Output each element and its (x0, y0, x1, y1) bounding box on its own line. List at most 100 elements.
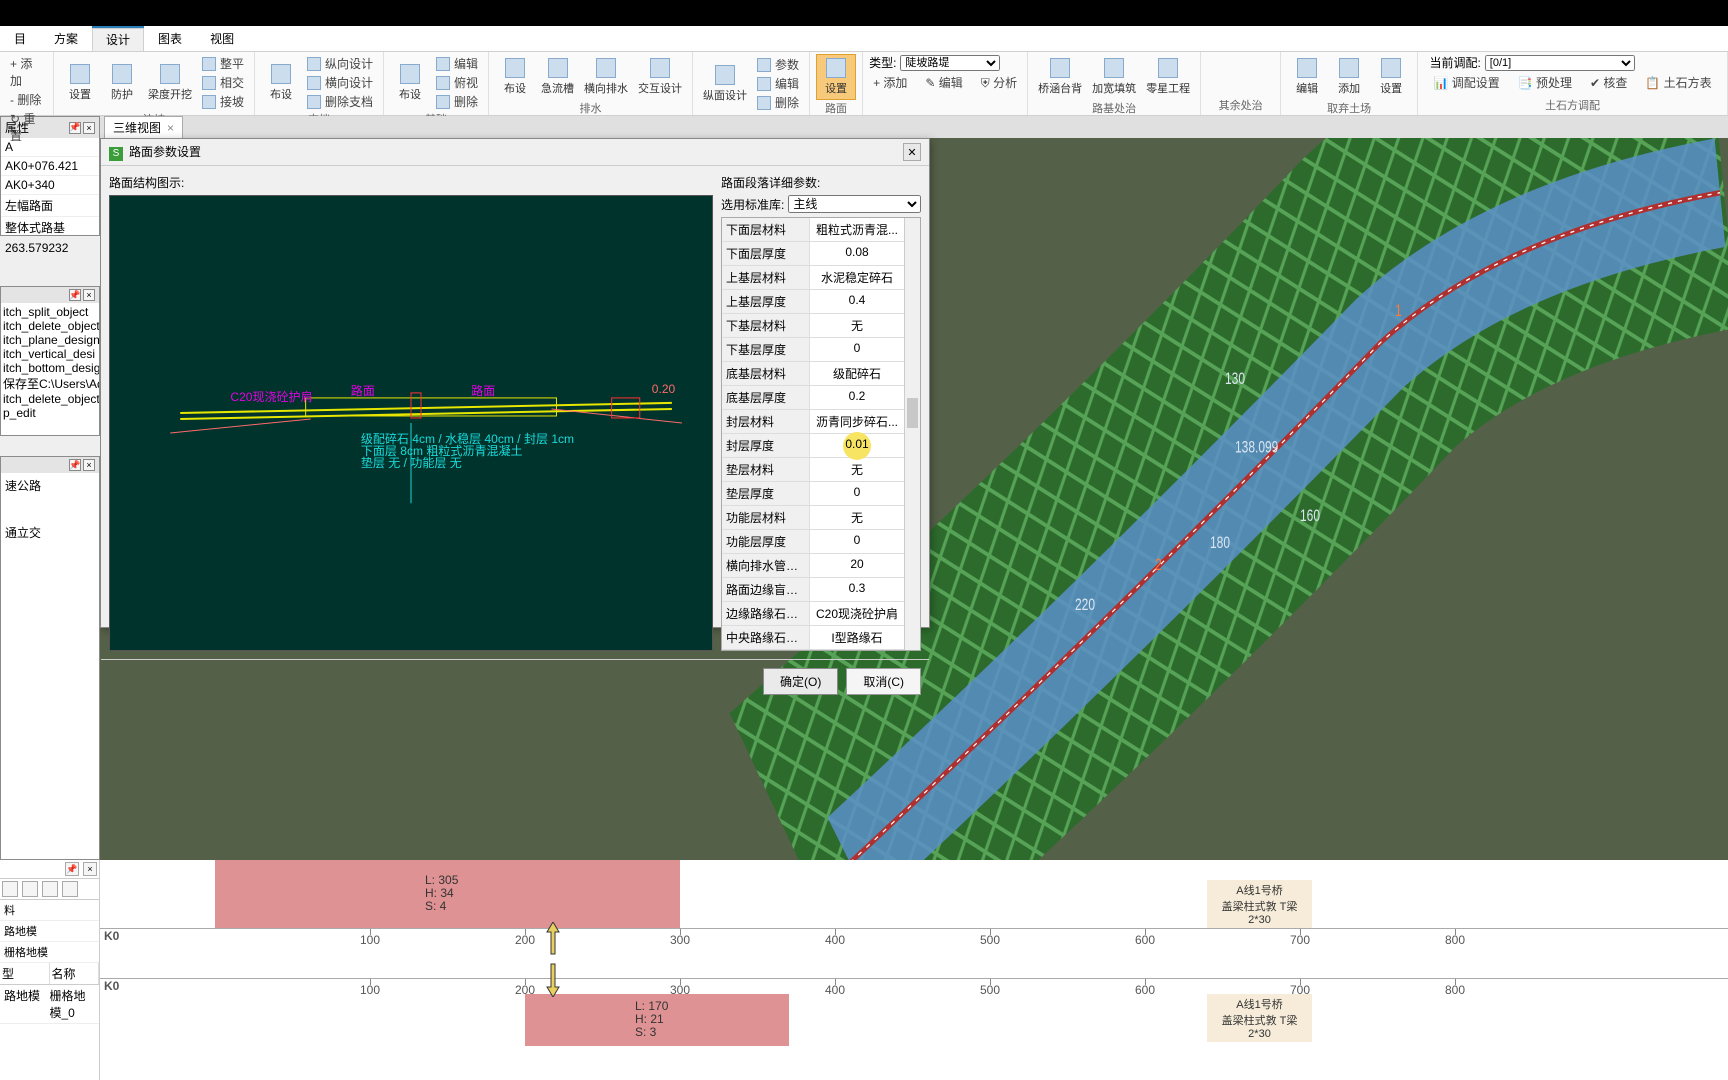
layout-button[interactable]: 布设 (261, 60, 301, 106)
param-row[interactable]: 路面边缘盲沟...0.3 (722, 578, 904, 602)
pin-icon[interactable]: 📌 (65, 862, 79, 876)
transverse-drain-button[interactable]: 横向排水 (580, 54, 632, 100)
param-value[interactable]: 20 (810, 554, 904, 577)
menu-item[interactable]: 目 (0, 26, 40, 51)
scrollbar-thumb[interactable] (907, 398, 918, 428)
pin-icon[interactable]: 📌 (69, 289, 81, 301)
timeline-segment-a[interactable]: L: 305H: 34S: 4 (215, 860, 680, 928)
level-button[interactable]: 整平 (198, 54, 248, 73)
bridge-marker[interactable]: A线1号桥盖梁柱式敦 T梁2*30 (1207, 880, 1312, 928)
edit-button[interactable]: 编辑 (432, 54, 482, 73)
earthwork-table-button[interactable]: 📋 土石方表 (1641, 73, 1715, 92)
param-row[interactable]: 中央路缘石类型I型路缘石 (722, 626, 904, 650)
edit-button[interactable]: ✎ 编辑 (921, 73, 966, 92)
close-tab-icon[interactable]: × (167, 121, 174, 135)
param-value[interactable]: 粗粒式沥青混... (810, 218, 904, 241)
param-row[interactable]: 下基层厚度0 (722, 338, 904, 362)
misc-works-button[interactable]: 零星工程 (1142, 54, 1194, 100)
param-row[interactable]: 底基层厚度0.2 (722, 386, 904, 410)
tool-icon[interactable] (42, 881, 58, 897)
tree-panel[interactable]: 速公路 通立交 (1, 473, 99, 545)
add-button[interactable]: + 添加 (6, 54, 47, 90)
param-value[interactable]: 无 (810, 458, 904, 481)
param-row[interactable]: 下基层材料无 (722, 314, 904, 338)
param-row[interactable]: 功能层厚度0 (722, 530, 904, 554)
bridge-marker[interactable]: A线1号桥盖梁柱式敦 T梁2*30 (1207, 994, 1312, 1042)
chute-button[interactable]: 急流槽 (537, 54, 578, 100)
param-value[interactable]: 级配碎石 (810, 362, 904, 385)
menu-item[interactable]: 视图 (196, 26, 248, 51)
param-value[interactable]: 0.4 (810, 290, 904, 313)
close-icon[interactable]: × (83, 459, 95, 471)
widening-fill-button[interactable]: 加宽填筑 (1088, 54, 1140, 100)
close-icon[interactable]: × (83, 289, 95, 301)
param-row[interactable]: 功能层材料无 (722, 506, 904, 530)
param-value[interactable]: 水泥稳定碎石 (810, 266, 904, 289)
tool-icon[interactable] (2, 881, 18, 897)
param-row[interactable]: 封层材料沥青同步碎石... (722, 410, 904, 434)
reset-button[interactable]: ↻ 重置 (6, 109, 47, 145)
topview-button[interactable]: 俯视 (432, 73, 482, 92)
param-value[interactable]: 无 (810, 506, 904, 529)
param-value[interactable]: I型路缘石 (810, 626, 904, 649)
menu-item[interactable]: 图表 (144, 26, 196, 51)
tab-3d-view[interactable]: 三维视图× (104, 116, 183, 138)
bridge-backfill-button[interactable]: 桥涵台背 (1034, 54, 1086, 100)
timeline-area[interactable]: 📌× 料 路地模 栅格地模 型名称 路地模栅格地模_0 L: 305H: 34S… (0, 860, 1728, 1080)
transverse-design-button[interactable]: 横向设计 (303, 73, 377, 92)
settings-button[interactable]: 设置 (1371, 54, 1411, 100)
param-row[interactable]: 下面层厚度0.08 (722, 242, 904, 266)
param-value[interactable]: 0.01 (810, 434, 904, 457)
param-value[interactable]: 0.2 (810, 386, 904, 409)
param-value[interactable]: 0.3 (810, 578, 904, 601)
dialog-close-button[interactable]: ✕ (903, 143, 921, 161)
analyze-button[interactable]: ⛨ 分析 (977, 73, 1021, 92)
beam-excavation-button[interactable]: 梁度开挖 (144, 60, 196, 106)
menu-item[interactable]: 方案 (40, 26, 92, 51)
layout-button[interactable]: 布设 (495, 54, 535, 100)
param-row[interactable]: 上基层材料水泥稳定碎石 (722, 266, 904, 290)
delete-support-button[interactable]: 删除支档 (303, 92, 377, 111)
param-value[interactable]: 0 (810, 482, 904, 505)
longitudinal-design-button[interactable]: 纵向设计 (303, 54, 377, 73)
delete-button[interactable]: 删除 (753, 93, 803, 112)
param-row[interactable]: 垫层材料无 (722, 458, 904, 482)
join-slope-button[interactable]: 接坡 (198, 92, 248, 111)
allocation-settings-button[interactable]: 📊 调配设置 (1429, 73, 1503, 92)
param-row[interactable]: 封层厚度0.01 (722, 434, 904, 458)
layout-button[interactable]: 布设 (390, 60, 430, 106)
timeline-segment-b[interactable]: L: 170H: 21S: 3 (525, 994, 789, 1046)
pavement-settings-button[interactable]: 设置 (816, 54, 856, 100)
allocation-select[interactable]: [0/1] (1485, 55, 1635, 71)
pin-icon[interactable]: 📌 (69, 122, 81, 134)
param-value[interactable]: 0 (810, 530, 904, 553)
list-item[interactable]: 栅格地模 (0, 942, 99, 963)
close-icon[interactable]: × (83, 862, 97, 876)
edit-button[interactable]: 编辑 (1287, 54, 1327, 100)
param-value[interactable]: 0 (810, 338, 904, 361)
delete-button[interactable]: 删除 (432, 92, 482, 111)
profile-design-button[interactable]: 纵面设计 (699, 61, 751, 107)
standard-library-select[interactable]: 主线 (788, 195, 921, 213)
param-row[interactable]: 上基层厚度0.4 (722, 290, 904, 314)
settings-button[interactable]: 设置 (60, 60, 100, 106)
type-select[interactable]: 陡坡路堤 (900, 55, 1000, 71)
tool-icon[interactable] (62, 881, 78, 897)
pin-icon[interactable]: 📌 (69, 459, 81, 471)
param-value[interactable]: 沥青同步碎石... (810, 410, 904, 433)
param-row[interactable]: 边缘路缘石类型C20现浇砼护肩 (722, 602, 904, 626)
interactive-design-button[interactable]: 交互设计 (634, 54, 686, 100)
cancel-button[interactable]: 取消(C) (846, 668, 921, 695)
list-item[interactable]: 路地模 (0, 921, 99, 942)
structure-diagram-canvas[interactable]: 级配碎石 4cm / 水稳层 40cm / 封层 1cm 下面层 8cm 粗粒式… (109, 195, 713, 651)
add-button[interactable]: + 添加 (869, 73, 911, 92)
param-row[interactable]: 下面层材料粗粒式沥青混... (722, 218, 904, 242)
param-value[interactable]: 0.08 (810, 242, 904, 265)
menu-item-active[interactable]: 设计 (92, 26, 144, 52)
close-icon[interactable]: × (83, 122, 95, 134)
preprocess-button[interactable]: 📑 预处理 (1514, 73, 1576, 92)
delete-button[interactable]: - 删除 (6, 90, 47, 109)
param-row[interactable]: 底基层材料级配碎石 (722, 362, 904, 386)
ok-button[interactable]: 确定(O) (763, 668, 838, 695)
param-row[interactable]: 横向排水管布...20 (722, 554, 904, 578)
